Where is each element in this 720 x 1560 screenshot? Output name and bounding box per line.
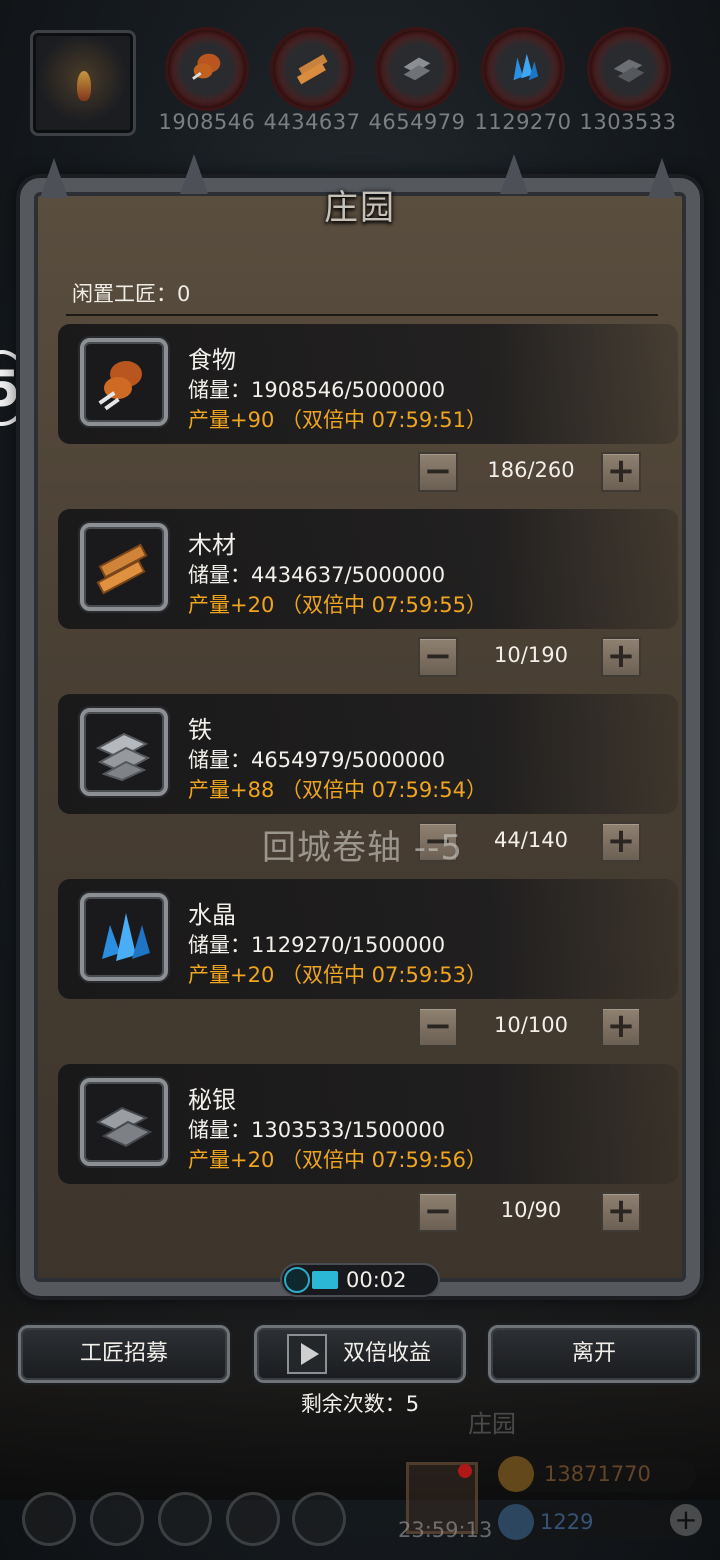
double-timer: 00:02: [280, 1263, 440, 1297]
worker-control-food: − 186/260 +: [58, 452, 678, 496]
decrease-button[interactable]: −: [418, 452, 458, 492]
title-plate: 庄园: [300, 178, 420, 238]
worker-count: 186/260: [487, 458, 575, 482]
mithril-ingot-icon: [80, 1078, 168, 1166]
gold-value: 13871770: [544, 1462, 651, 1486]
settings-icon[interactable]: [22, 1492, 76, 1546]
castle-icon[interactable]: [158, 1492, 212, 1546]
worker-control-crystal: − 10/100 +: [58, 1007, 678, 1051]
increase-button[interactable]: +: [601, 452, 641, 492]
resource-name: 铁: [188, 716, 212, 744]
divider: [66, 314, 658, 316]
worker-count: 44/140: [494, 828, 568, 852]
recruit-button[interactable]: 工匠招募: [18, 1325, 230, 1383]
floating-notification: 回城卷轴 --5: [262, 828, 463, 868]
play-video-icon: [287, 1334, 327, 1374]
resource-row-mithril: 秘银 储量：1303533/1500000 产量+20 （双倍中 07:59:5…: [58, 1064, 678, 1184]
resource-row-wood: 木材 储量：4434637/5000000 产量+20 （双倍中 07:59:5…: [58, 509, 678, 629]
resource-production: 产量+20 （双倍中 07:59:55）: [188, 593, 487, 617]
double-button-label: 双倍收益: [343, 1341, 432, 1366]
resource-name: 食物: [188, 346, 236, 374]
resource-storage: 储量：1908546/5000000: [188, 378, 446, 402]
resource-row-food: 食物 储量：1908546/5000000 产量+90 （双倍中 07:59:5…: [58, 324, 678, 444]
resource-production: 产量+88 （双倍中 07:59:54）: [188, 778, 487, 802]
drumstick-icon: [80, 338, 168, 426]
page-title: 庄园: [324, 188, 396, 228]
worker-count: 10/90: [500, 1198, 562, 1222]
increase-button[interactable]: +: [601, 1007, 641, 1047]
resource-name: 木材: [188, 531, 236, 559]
iron-ingot-icon: [80, 708, 168, 796]
gem-icon: [498, 1504, 534, 1540]
mithril-resource-icon: [590, 30, 668, 108]
worker-count: 10/100: [494, 1013, 568, 1037]
double-income-button[interactable]: 双倍收益: [254, 1325, 466, 1383]
resource-name: 水晶: [188, 901, 236, 929]
recruit-button-label: 工匠招募: [79, 1341, 168, 1366]
increase-button[interactable]: +: [601, 822, 641, 862]
gift-timer: 23:59:13: [398, 1518, 493, 1542]
decrease-button[interactable]: −: [418, 637, 458, 677]
idle-workers: 闲置工匠：0: [72, 282, 191, 306]
increase-button[interactable]: +: [601, 1192, 641, 1232]
resource-storage: 储量：1303533/1500000: [188, 1118, 446, 1142]
timer-value: 00:02: [346, 1268, 407, 1292]
frame-spike: [648, 158, 676, 198]
iron-amount: 4654979: [368, 110, 466, 134]
player-portrait[interactable]: [30, 30, 136, 136]
crystal-resource-icon: [484, 30, 562, 108]
resource-storage: 储量：4434637/5000000: [188, 563, 446, 587]
iron-resource-icon: [378, 30, 456, 108]
decrease-button[interactable]: −: [418, 1192, 458, 1232]
worker-control-wood: − 10/190 +: [58, 637, 678, 681]
mail-icon[interactable]: [226, 1492, 280, 1546]
gold-coin-icon: [498, 1456, 534, 1492]
frame-spike: [180, 154, 208, 194]
crystal-amount: 1129270: [474, 110, 572, 134]
food-amount: 1908546: [158, 110, 256, 134]
leave-button[interactable]: 离开: [488, 1325, 700, 1383]
resource-row-crystal: 水晶 储量：1129270/1500000 产量+20 （双倍中 07:59:5…: [58, 879, 678, 999]
resource-production: 产量+20 （双倍中 07:59:53）: [188, 963, 487, 987]
add-gems-button[interactable]: +: [670, 1504, 702, 1536]
mithril-amount: 1303533: [579, 110, 677, 134]
food-resource-icon: [168, 30, 246, 108]
resource-storage: 储量：4654979/5000000: [188, 748, 446, 772]
worker-control-mithril: − 10/90 +: [58, 1192, 678, 1236]
gem-value: 1229: [540, 1510, 594, 1534]
crystal-icon: [80, 893, 168, 981]
frame-spike: [500, 154, 528, 194]
timer-progress: [312, 1271, 338, 1289]
resource-production: 产量+20 （双倍中 07:59:56）: [188, 1148, 487, 1172]
resource-name: 秘银: [188, 1086, 236, 1114]
notification-dot: [458, 1464, 472, 1478]
frame-spike: [40, 158, 68, 198]
star-icon[interactable]: [90, 1492, 144, 1546]
increase-button[interactable]: +: [601, 637, 641, 677]
wood-resource-icon: [273, 30, 351, 108]
clock-icon: [284, 1267, 310, 1293]
wood-amount: 4434637: [263, 110, 361, 134]
leave-button-label: 离开: [571, 1341, 616, 1366]
resource-production: 产量+90 （双倍中 07:59:51）: [188, 408, 487, 432]
worker-count: 10/190: [494, 643, 568, 667]
resource-storage: 储量：1129270/1500000: [188, 933, 446, 957]
shop-icon[interactable]: [292, 1492, 346, 1546]
decrease-button[interactable]: −: [418, 1007, 458, 1047]
wood-planks-icon: [80, 523, 168, 611]
remaining-count: 剩余次数：5: [300, 1392, 420, 1416]
manor-panel: 庄园 闲置工匠：0 食物 储量：1908546/5000000 产量+90 （双…: [20, 154, 700, 1296]
resource-row-iron: 铁 储量：4654979/5000000 产量+88 （双倍中 07:59:54…: [58, 694, 678, 814]
